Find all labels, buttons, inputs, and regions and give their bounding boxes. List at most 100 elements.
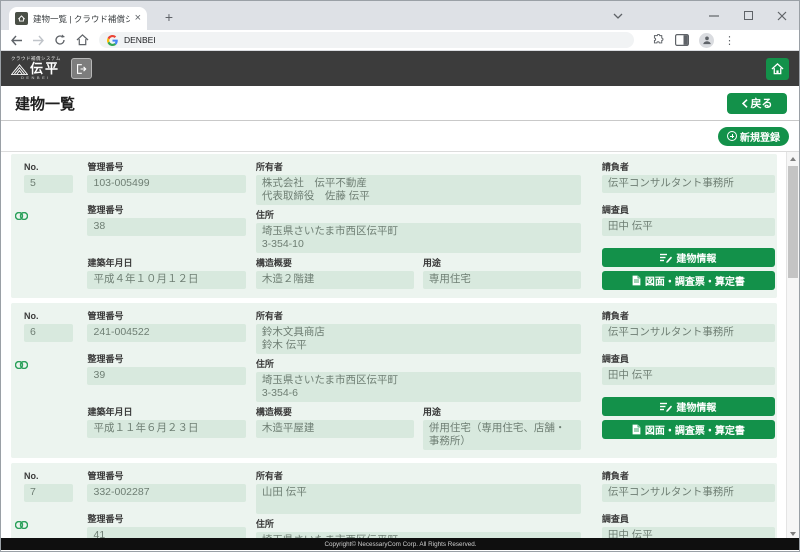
building-info-button[interactable]: 建物情報: [602, 397, 775, 416]
field-seiri-no: 38: [87, 218, 245, 236]
browser-toolbar: DENBEI ⋮: [1, 30, 799, 51]
field-no: 5: [24, 175, 73, 193]
field-label-no: No.: [24, 311, 73, 321]
link-icon[interactable]: [15, 521, 28, 529]
field-address: 埼玉県さいたま市西区伝平町 3-354-6: [256, 372, 581, 402]
reload-icon[interactable]: [51, 31, 69, 49]
scroll-up-icon[interactable]: [787, 152, 799, 165]
close-window-button[interactable]: [765, 1, 799, 30]
side-panel-icon[interactable]: [675, 34, 689, 46]
building-info-button[interactable]: 建物情報: [602, 248, 775, 267]
page-header: 建物一覧 戻る: [1, 86, 799, 121]
tab-close-icon[interactable]: ×: [135, 13, 141, 24]
extensions-puzzle-icon[interactable]: [652, 34, 665, 47]
profile-avatar[interactable]: [699, 33, 714, 48]
field-kanri-no: 241-004522: [87, 324, 245, 342]
field-label-seiri: 整理番号: [87, 514, 245, 524]
documents-button[interactable]: 図面・調査票・算定書: [602, 420, 775, 439]
logout-button[interactable]: [71, 58, 92, 79]
field-structure: 木造平屋建: [256, 420, 414, 438]
field-usage: 併用住宅（専用住宅、店舗・事務所）: [423, 420, 581, 450]
home-nav-icon[interactable]: [73, 31, 91, 49]
copyright-text: Copyright© NecessaryCom Corp. All Rights…: [324, 541, 476, 547]
building-info-label: 建物情報: [676, 250, 716, 265]
field-label-structure: 構造概要: [256, 407, 414, 417]
address-bar[interactable]: DENBEI: [99, 32, 634, 48]
document-icon: [632, 275, 641, 286]
field-contractor: 伝平コンサルタント事務所: [602, 324, 775, 342]
field-label-built-date: 建築年月日: [87, 258, 245, 268]
field-label-no: No.: [24, 162, 73, 172]
building-record-card: No. 7 管理番号 332-002287 整理番号 41 建築年月日 所有者 …: [11, 463, 777, 540]
field-label-seiri: 整理番号: [87, 354, 245, 364]
field-label-contractor: 請負者: [602, 471, 775, 481]
field-label-contractor: 請負者: [602, 311, 775, 321]
field-label-surveyor: 調査員: [602, 205, 775, 215]
back-nav-icon[interactable]: [7, 31, 25, 49]
link-icon[interactable]: [15, 361, 28, 369]
plus-circle-icon: [727, 131, 737, 141]
toolbar-right-icons: ⋮: [652, 33, 735, 48]
field-surveyor: 田中 伝平: [602, 367, 775, 385]
field-label-address: 住所: [256, 519, 581, 529]
app-logo[interactable]: クラウド補償システム 伝平 DENBEI: [11, 57, 61, 81]
field-usage: 専用住宅: [423, 271, 581, 289]
back-button-label: 戻る: [751, 95, 773, 111]
page-title: 建物一覧: [15, 93, 75, 114]
field-seiri-no: 39: [87, 367, 245, 385]
tab-strip: 建物一覧 | クラウド補償システム 伝 × +: [1, 1, 799, 30]
field-label-kanri: 管理番号: [87, 311, 245, 321]
documents-label: 図面・調査票・算定書: [645, 273, 745, 288]
tab-search-chevron-icon[interactable]: [605, 1, 631, 30]
field-label-address: 住所: [256, 359, 581, 369]
field-label-structure: 構造概要: [256, 258, 414, 268]
app-header: クラウド補償システム 伝平 DENBEI: [1, 51, 799, 86]
scrollbar-thumb[interactable]: [788, 166, 798, 278]
building-record-card: No. 6 管理番号 241-004522 整理番号 39 建築年月日 平成１１…: [11, 303, 777, 458]
field-label-no: No.: [24, 471, 73, 481]
home-button[interactable]: [766, 58, 789, 80]
browser-tab[interactable]: 建物一覧 | クラウド補償システム 伝 ×: [9, 7, 147, 30]
field-owner: 山田 伝平: [256, 484, 581, 514]
field-built-date: 平成４年１０月１２日: [87, 271, 245, 289]
field-surveyor: 田中 伝平: [602, 218, 775, 236]
edit-list-icon: [660, 253, 672, 263]
field-label-surveyor: 調査員: [602, 514, 775, 524]
tab-title: 建物一覧 | クラウド補償システム 伝: [33, 13, 130, 25]
browser-window: 建物一覧 | クラウド補償システム 伝 × +: [0, 0, 800, 552]
field-kanri-no: 103-005499: [87, 175, 245, 193]
field-no: 7: [24, 484, 73, 502]
field-owner: 鈴木文具商店 鈴木 伝平: [256, 324, 581, 354]
window-controls: [697, 1, 799, 30]
field-label-contractor: 請負者: [602, 162, 775, 172]
new-registration-button[interactable]: 新規登録: [718, 127, 789, 146]
chevron-left-icon: [742, 99, 748, 108]
site-favicon-icon: [15, 12, 28, 25]
field-label-kanri: 管理番号: [87, 162, 245, 172]
maximize-button[interactable]: [731, 1, 765, 30]
url-text: DENBEI: [124, 35, 156, 45]
back-button[interactable]: 戻る: [727, 93, 787, 114]
documents-button[interactable]: 図面・調査票・算定書: [602, 271, 775, 290]
google-g-icon: [107, 35, 118, 46]
browser-menu-icon[interactable]: ⋮: [724, 34, 735, 47]
brand-house-icon: [11, 63, 28, 75]
building-list: No. 5 管理番号 103-005499 整理番号 38 建築年月日 平成４年…: [1, 151, 799, 540]
link-icon[interactable]: [15, 212, 28, 220]
field-label-owner: 所有者: [256, 471, 581, 481]
building-record-card: No. 5 管理番号 103-005499 整理番号 38 建築年月日 平成４年…: [11, 154, 777, 298]
field-label-usage: 用途: [423, 407, 581, 417]
minimize-button[interactable]: [697, 1, 731, 30]
field-contractor: 伝平コンサルタント事務所: [602, 175, 775, 193]
field-structure: 木造２階建: [256, 271, 414, 289]
document-icon: [632, 424, 641, 435]
forward-nav-icon[interactable]: [29, 31, 47, 49]
field-label-surveyor: 調査員: [602, 354, 775, 364]
field-label-built-date: 建築年月日: [87, 407, 245, 417]
field-no: 6: [24, 324, 73, 342]
scrollbar[interactable]: [786, 152, 799, 540]
field-label-address: 住所: [256, 210, 581, 220]
page-footer: Copyright© NecessaryCom Corp. All Rights…: [1, 538, 799, 550]
documents-label: 図面・調査票・算定書: [645, 422, 745, 437]
new-tab-button[interactable]: +: [159, 7, 179, 27]
